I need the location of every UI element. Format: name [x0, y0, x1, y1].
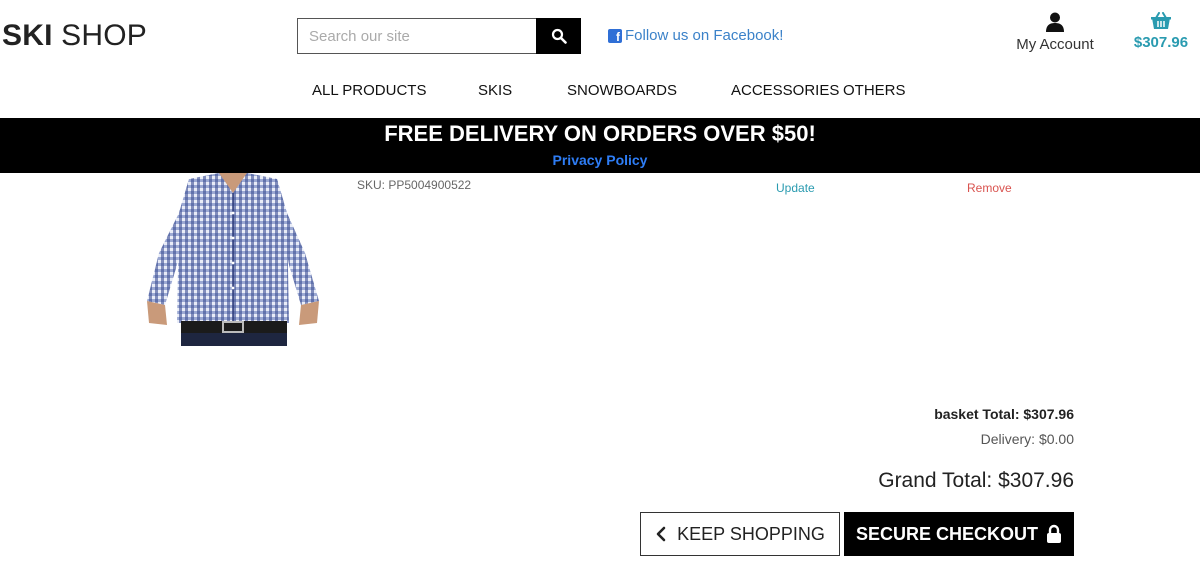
- keep-shopping-button[interactable]: KEEP SHOPPING: [640, 512, 840, 556]
- product-sku: SKU: PP5004900522: [357, 178, 472, 192]
- nav-item-skis[interactable]: SKIS: [478, 82, 512, 99]
- facebook-icon: f: [608, 28, 622, 43]
- my-account-label: My Account: [1016, 36, 1094, 53]
- main-nav: ALL PRODUCTS SKIS SNOWBOARDS ACCESSORIES…: [0, 82, 1200, 102]
- grand-total: Grand Total: $307.96: [878, 469, 1074, 492]
- search-input[interactable]: [297, 18, 536, 54]
- lock-icon: [1047, 524, 1061, 543]
- logo-thin-text: SHOP: [61, 19, 147, 52]
- facebook-link[interactable]: f Follow us on Facebook!: [608, 27, 783, 44]
- order-summary: basket Total: $307.96 Delivery: $0.00 Gr…: [878, 405, 1074, 493]
- search-icon: [551, 28, 567, 44]
- update-quantity-link[interactable]: Update: [776, 181, 815, 195]
- logo-bold-text: SKI: [2, 19, 53, 52]
- search-button[interactable]: [536, 18, 581, 54]
- remove-item-link[interactable]: Remove: [967, 181, 1012, 195]
- nav-item-all-products[interactable]: ALL PRODUCTS: [312, 82, 426, 99]
- nav-item-snowboards[interactable]: SNOWBOARDS: [567, 82, 677, 99]
- nav-item-accessories[interactable]: ACCESSORIES: [731, 82, 839, 99]
- keep-shopping-label: KEEP SHOPPING: [677, 523, 825, 544]
- secure-checkout-label: SECURE CHECKOUT: [855, 523, 1038, 544]
- privacy-policy-link[interactable]: Privacy Policy: [553, 152, 648, 168]
- basket-total-header: $307.96: [1133, 34, 1189, 51]
- site-logo[interactable]: SKI SHOP: [2, 18, 147, 54]
- basket-total: basket Total: $307.96: [934, 406, 1074, 422]
- product-image[interactable]: [137, 173, 327, 346]
- site-header: SKI SHOP f Follow us on Facebook! My Acc…: [0, 0, 1200, 118]
- delivery-banner-headline: FREE DELIVERY ON ORDERS OVER $50!: [384, 121, 816, 146]
- search-form: [297, 18, 581, 54]
- secure-checkout-button[interactable]: SECURE CHECKOUT: [844, 512, 1074, 556]
- my-account-link[interactable]: My Account: [1012, 12, 1098, 53]
- facebook-link-label: Follow us on Facebook!: [625, 27, 784, 44]
- product-shirt-image: [147, 173, 319, 346]
- delivery-banner: FREE DELIVERY ON ORDERS OVER $50! Privac…: [0, 118, 1200, 173]
- delivery-cost: Delivery: $0.00: [980, 431, 1074, 447]
- user-icon: [1046, 12, 1064, 32]
- nav-item-others[interactable]: OTHERS: [843, 82, 906, 99]
- basket-icon: [1151, 12, 1171, 29]
- chevron-left-icon: [656, 526, 666, 542]
- basket-link[interactable]: $307.96: [1130, 12, 1192, 51]
